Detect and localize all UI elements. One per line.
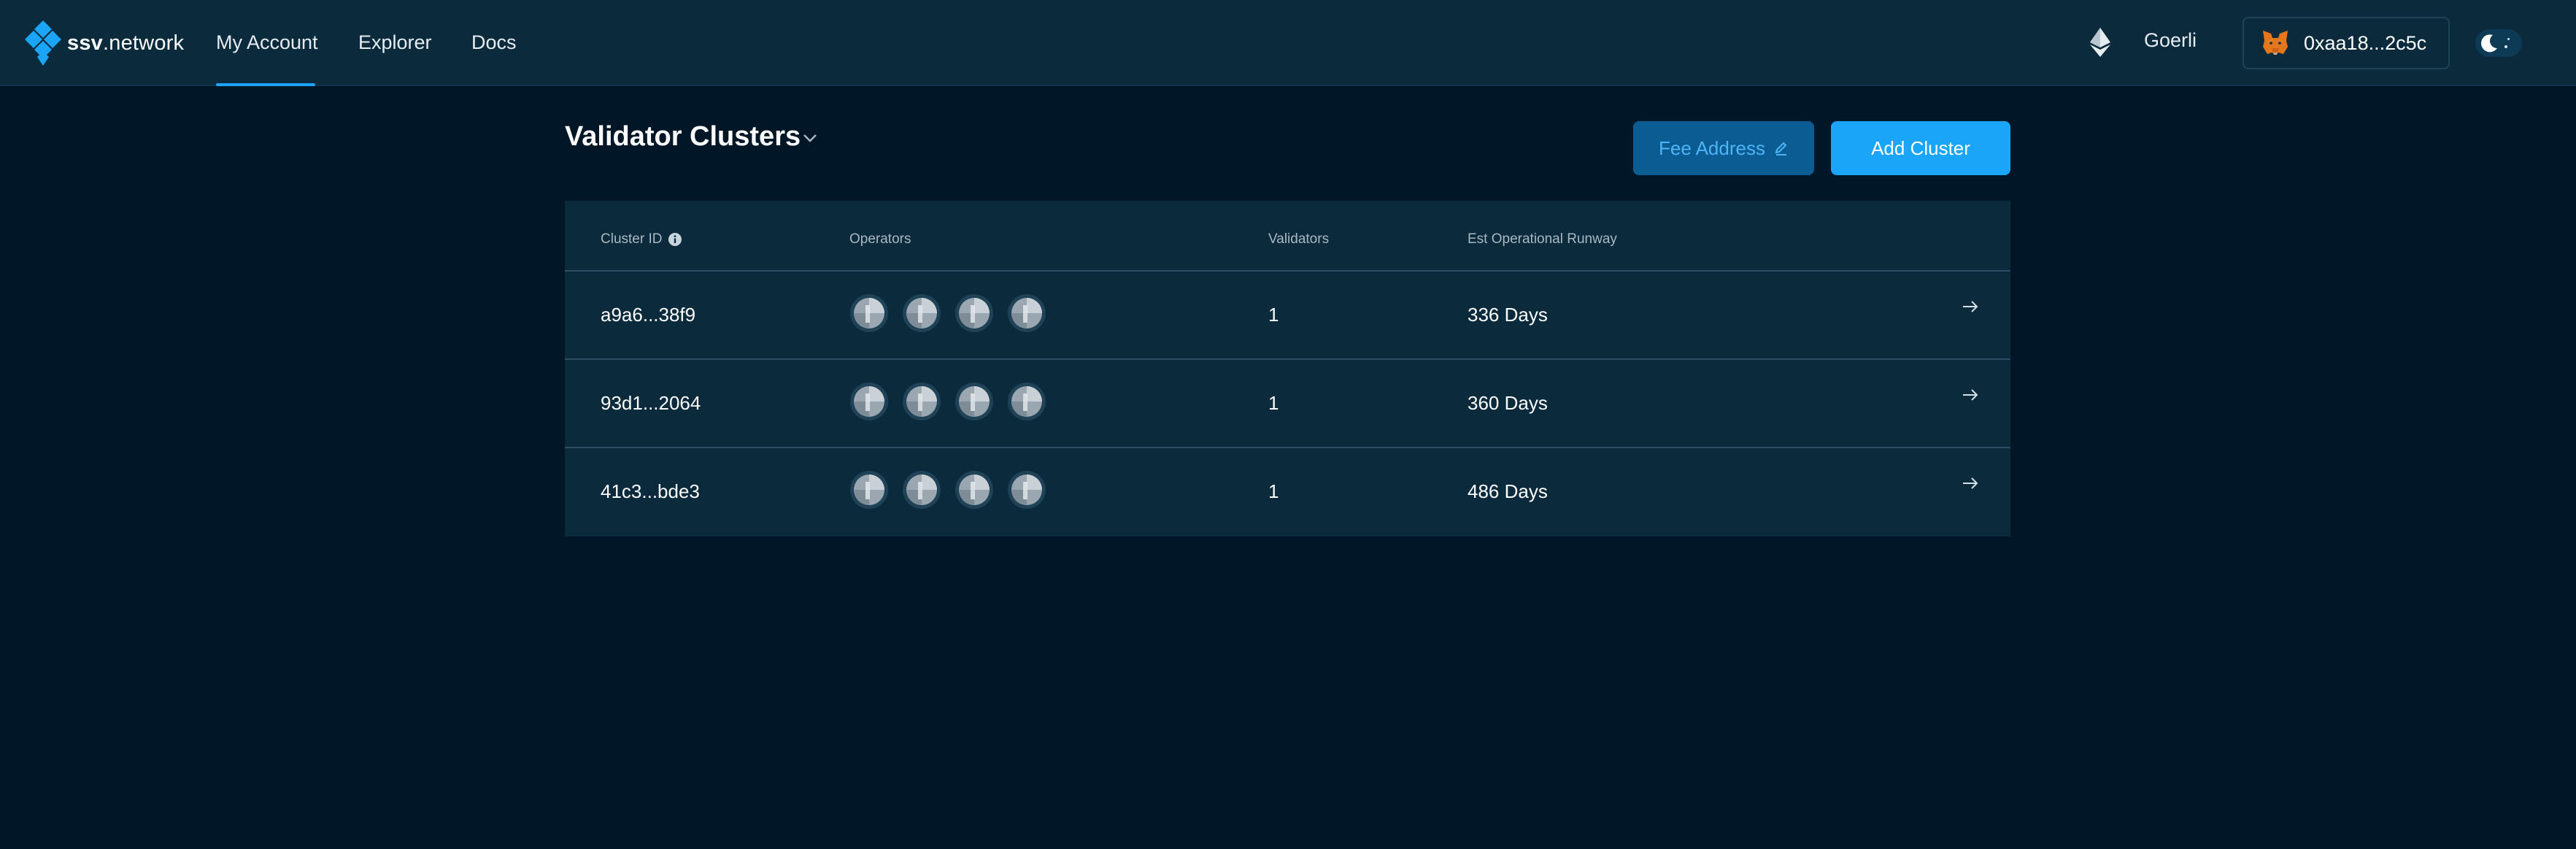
clusters-table: Cluster ID Operators Validators Est Oper… (565, 201, 2010, 537)
cluster-id: 93d1...2064 (601, 392, 701, 414)
theme-toggle[interactable] (2475, 29, 2522, 57)
edit-pencil-icon (1775, 142, 1787, 155)
top-navigation-bar: ssv.network My Account Explorer Docs Goe… (0, 0, 2576, 86)
info-icon[interactable] (668, 232, 682, 247)
cluster-id: a9a6...38f9 (601, 304, 696, 326)
star-dot (2504, 45, 2507, 48)
fee-address-button[interactable]: Fee Address (1633, 121, 1814, 175)
operator-avatar-icon[interactable] (955, 470, 994, 510)
nav-docs[interactable]: Docs (471, 0, 517, 86)
ssv-diamond-logo-icon (25, 20, 61, 66)
validators-count: 1 (1268, 392, 1279, 414)
operator-avatar-icon[interactable] (955, 382, 994, 421)
operational-runway: 360 Days (1468, 392, 1548, 414)
operator-avatar-icon[interactable] (902, 293, 941, 333)
star-dot (2507, 38, 2510, 40)
active-nav-indicator (216, 83, 315, 86)
logo-text: ssv.network (67, 31, 185, 55)
table-row[interactable]: a9a6...38f9 1 336 Days (565, 272, 2010, 360)
fee-address-label: Fee Address (1659, 137, 1765, 159)
validators-count: 1 (1268, 304, 1279, 326)
operator-avatar-icon[interactable] (955, 293, 994, 333)
arrow-right-icon[interactable] (1961, 299, 1980, 314)
validators-count: 1 (1268, 480, 1279, 502)
wallet-button[interactable]: 0xaa18...2c5c (2243, 17, 2450, 69)
network-selector[interactable]: Goerli (2144, 29, 2197, 52)
operator-avatar-icon[interactable] (1007, 293, 1046, 333)
operator-avatar-icon[interactable] (849, 382, 889, 421)
operator-avatar-icon[interactable] (849, 293, 889, 333)
operator-avatar-icon[interactable] (902, 382, 941, 421)
chevron-down-icon[interactable] (801, 131, 819, 145)
operational-runway: 336 Days (1468, 304, 1548, 326)
cluster-id: 41c3...bde3 (601, 480, 700, 502)
operator-avatars (849, 382, 1060, 424)
table-header: Cluster ID Operators Validators Est Oper… (565, 201, 2010, 272)
column-header-operators: Operators (849, 231, 911, 247)
operator-avatars (849, 293, 1060, 336)
wallet-address: 0xaa18...2c5c (2304, 31, 2427, 54)
page-title: Validator Clusters (565, 121, 801, 152)
operational-runway: 486 Days (1468, 480, 1548, 502)
column-header-runway: Est Operational Runway (1468, 231, 1617, 247)
ethereum-icon (2090, 28, 2110, 57)
arrow-right-icon[interactable] (1961, 476, 1980, 491)
operator-avatar-icon[interactable] (902, 470, 941, 510)
nav-explorer[interactable]: Explorer (358, 0, 432, 86)
table-row[interactable]: 41c3...bde3 1 486 Days (565, 448, 2010, 537)
column-header-validators: Validators (1268, 231, 1330, 247)
operator-avatar-icon[interactable] (1007, 470, 1046, 510)
table-row[interactable]: 93d1...2064 1 360 Days (565, 360, 2010, 448)
column-header-cluster-id: Cluster ID (601, 231, 682, 247)
operator-avatar-icon[interactable] (849, 470, 889, 510)
arrow-right-icon[interactable] (1961, 388, 1980, 402)
operator-avatars (849, 470, 1060, 512)
operator-avatar-icon[interactable] (1007, 382, 1046, 421)
metamask-fox-icon (2263, 31, 2288, 55)
moon-icon (2481, 34, 2497, 53)
add-cluster-button[interactable]: Add Cluster (1831, 121, 2010, 175)
nav-my-account[interactable]: My Account (216, 0, 318, 86)
ssv-logo[interactable]: ssv.network (25, 20, 184, 66)
